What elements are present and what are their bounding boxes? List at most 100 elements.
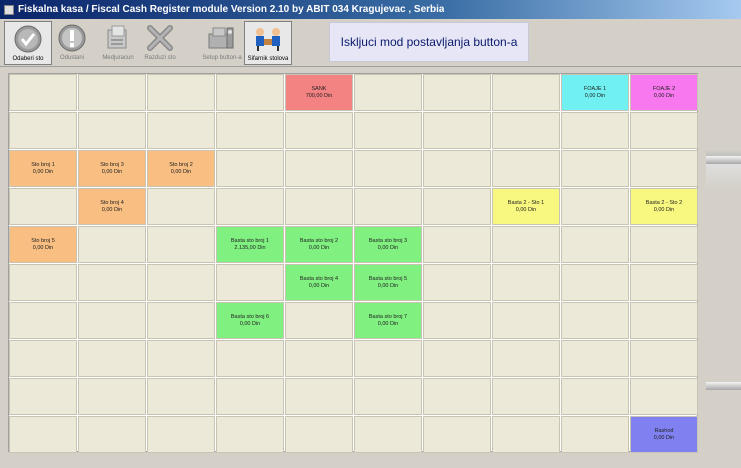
empty-slot[interactable] — [423, 226, 491, 263]
empty-slot[interactable] — [147, 74, 215, 111]
empty-slot[interactable] — [492, 340, 560, 377]
empty-slot[interactable] — [561, 188, 629, 225]
empty-slot[interactable] — [423, 112, 491, 149]
empty-slot[interactable] — [423, 74, 491, 111]
empty-slot[interactable] — [78, 340, 146, 377]
empty-slot[interactable] — [216, 340, 284, 377]
empty-slot[interactable] — [147, 226, 215, 263]
empty-slot[interactable] — [492, 112, 560, 149]
empty-slot[interactable] — [492, 74, 560, 111]
empty-slot[interactable] — [147, 112, 215, 149]
empty-slot[interactable] — [561, 112, 629, 149]
empty-slot[interactable] — [216, 74, 284, 111]
empty-slot[interactable] — [147, 302, 215, 339]
interim-bill-button[interactable]: Medjuracun — [94, 21, 142, 65]
empty-slot[interactable] — [492, 378, 560, 415]
empty-slot[interactable] — [354, 416, 422, 453]
empty-slot[interactable] — [630, 264, 698, 301]
empty-slot[interactable] — [285, 150, 353, 187]
table-button[interactable]: Rashod 0,00 Din — [630, 416, 698, 453]
empty-slot[interactable] — [285, 112, 353, 149]
empty-slot[interactable] — [354, 378, 422, 415]
table-register-button[interactable]: Sifarnik stolova — [244, 21, 292, 65]
empty-slot[interactable] — [492, 416, 560, 453]
table-button[interactable]: FOAJE 1 0,00 Din — [561, 74, 629, 111]
empty-slot[interactable] — [492, 150, 560, 187]
setup-buttons-button[interactable]: Setup button-a — [198, 21, 246, 65]
empty-slot[interactable] — [9, 416, 77, 453]
empty-slot[interactable] — [9, 340, 77, 377]
empty-slot[interactable] — [147, 340, 215, 377]
empty-slot[interactable] — [492, 226, 560, 263]
table-button[interactable]: Basta sto broj 2 0,00 Din — [285, 226, 353, 263]
select-table-button[interactable]: Odaberi sto — [4, 21, 52, 65]
empty-slot[interactable] — [147, 416, 215, 453]
empty-slot[interactable] — [147, 378, 215, 415]
empty-slot[interactable] — [354, 150, 422, 187]
table-button[interactable]: Sto broj 4 0,00 Din — [78, 188, 146, 225]
empty-slot[interactable] — [9, 378, 77, 415]
empty-slot[interactable] — [285, 302, 353, 339]
empty-slot[interactable] — [216, 112, 284, 149]
table-button[interactable]: FOAJE 2 0,00 Din — [630, 74, 698, 111]
empty-slot[interactable] — [9, 302, 77, 339]
table-button[interactable]: Sto broj 2 0,00 Din — [147, 150, 215, 187]
table-button[interactable]: Basta sto broj 1 2.135,00 Din — [216, 226, 284, 263]
empty-slot[interactable] — [78, 226, 146, 263]
empty-slot[interactable] — [78, 112, 146, 149]
empty-slot[interactable] — [285, 416, 353, 453]
empty-slot[interactable] — [78, 264, 146, 301]
table-button[interactable]: Basta 2 - Sto 2 0,00 Din — [630, 188, 698, 225]
empty-slot[interactable] — [423, 378, 491, 415]
empty-slot[interactable] — [561, 302, 629, 339]
empty-slot[interactable] — [78, 74, 146, 111]
empty-slot[interactable] — [561, 264, 629, 301]
empty-slot[interactable] — [492, 264, 560, 301]
empty-slot[interactable] — [423, 340, 491, 377]
empty-slot[interactable] — [216, 264, 284, 301]
empty-slot[interactable] — [147, 264, 215, 301]
empty-slot[interactable] — [354, 188, 422, 225]
empty-slot[interactable] — [561, 340, 629, 377]
empty-slot[interactable] — [285, 188, 353, 225]
table-button[interactable]: Basta sto broj 5 0,00 Din — [354, 264, 422, 301]
empty-slot[interactable] — [285, 340, 353, 377]
empty-slot[interactable] — [423, 188, 491, 225]
empty-slot[interactable] — [630, 112, 698, 149]
empty-slot[interactable] — [78, 416, 146, 453]
table-button[interactable]: Basta sto broj 4 0,00 Din — [285, 264, 353, 301]
empty-slot[interactable] — [216, 150, 284, 187]
empty-slot[interactable] — [423, 302, 491, 339]
empty-slot[interactable] — [9, 188, 77, 225]
empty-slot[interactable] — [423, 416, 491, 453]
close-table-button[interactable]: Razduzi sto — [136, 21, 184, 65]
empty-slot[interactable] — [561, 378, 629, 415]
empty-slot[interactable] — [354, 112, 422, 149]
table-button[interactable]: SANK 700,00 Din — [285, 74, 353, 111]
table-button[interactable]: Basta sto broj 7 0,00 Din — [354, 302, 422, 339]
empty-slot[interactable] — [561, 416, 629, 453]
setup-mode-toggle[interactable]: Iskljuci mod postavljanja button-a — [329, 22, 529, 62]
table-button[interactable]: Basta 2 - Sto 1 0,00 Din — [492, 188, 560, 225]
table-button[interactable]: Sto broj 1 0,00 Din — [9, 150, 77, 187]
empty-slot[interactable] — [78, 302, 146, 339]
empty-slot[interactable] — [9, 74, 77, 111]
empty-slot[interactable] — [216, 188, 284, 225]
table-button[interactable]: Sto broj 3 0,00 Din — [78, 150, 146, 187]
empty-slot[interactable] — [630, 340, 698, 377]
empty-slot[interactable] — [9, 264, 77, 301]
empty-slot[interactable] — [354, 74, 422, 111]
table-button[interactable]: Basta sto broj 3 0,00 Din — [354, 226, 422, 263]
empty-slot[interactable] — [561, 226, 629, 263]
empty-slot[interactable] — [216, 416, 284, 453]
empty-slot[interactable] — [354, 340, 422, 377]
empty-slot[interactable] — [423, 264, 491, 301]
table-button[interactable]: Basta sto broj 6 0,00 Din — [216, 302, 284, 339]
empty-slot[interactable] — [9, 112, 77, 149]
empty-slot[interactable] — [423, 150, 491, 187]
empty-slot[interactable] — [630, 226, 698, 263]
empty-slot[interactable] — [630, 302, 698, 339]
empty-slot[interactable] — [630, 150, 698, 187]
empty-slot[interactable] — [630, 378, 698, 415]
empty-slot[interactable] — [492, 302, 560, 339]
